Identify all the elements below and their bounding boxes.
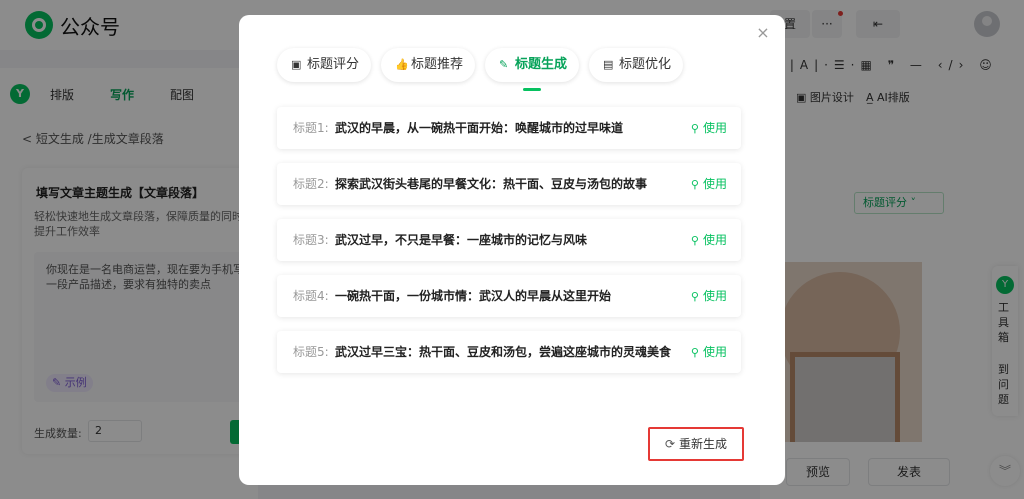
title-text: 武汉的早晨，从一碗热干面开始：唤醒城市的过早味道 [335,121,624,135]
pin-icon: ⚲ [690,122,699,135]
active-tab-indicator [523,88,541,91]
title-prefix: 标题2: [293,177,329,191]
title-text: 探索武汉街头巷尾的早餐文化：热干面、豆皮与汤包的故事 [335,177,648,191]
tab-title-recommend[interactable]: 👍 标题推荐 [381,48,475,82]
document-icon: ▤ [603,58,614,71]
pin-icon: ⚲ [690,178,699,191]
refresh-icon: ⟳ [664,437,676,451]
use-button[interactable]: ⚲ 使用 [691,275,727,318]
use-button[interactable]: ⚲ 使用 [691,163,727,206]
list-item: 标题1: 武汉的早晨，从一碗热干面开始：唤醒城市的过早味道 ⚲ 使用 [277,107,741,149]
title-prefix: 标题3: [293,233,329,247]
magic-wand-icon: ✎ [499,58,509,71]
title-generator-modal: × ▣ 标题评分 👍 标题推荐 ✎ 标题生成 ▤ 标题优化 标题1: 武汉的早晨… [239,15,785,485]
title-text: 武汉过早，不只是早餐：一座城市的记忆与风味 [335,233,588,247]
title-prefix: 标题5: [293,345,329,359]
tab-label: 标题生成 [515,57,568,72]
score-icon: ▣ [291,58,302,71]
use-button[interactable]: ⚲ 使用 [691,107,727,150]
regenerate-label: 重新生成 [679,437,728,451]
close-icon[interactable]: × [755,25,771,41]
pin-icon: ⚲ [690,290,699,303]
list-item: 标题2: 探索武汉街头巷尾的早餐文化：热干面、豆皮与汤包的故事 ⚲ 使用 [277,163,741,205]
tab-label: 标题评分 [307,57,360,72]
title-text: 武汉过早三宝：热干面、豆皮和汤包，尝遍这座城市的灵魂美食 [335,345,672,359]
list-item: 标题4: 一碗热干面，一份城市情：武汉人的早晨从这里开始 ⚲ 使用 [277,275,741,317]
list-item: 标题3: 武汉过早，不只是早餐：一座城市的记忆与风味 ⚲ 使用 [277,219,741,261]
use-button[interactable]: ⚲ 使用 [691,219,727,262]
pin-icon: ⚲ [690,346,699,359]
title-text: 一碗热干面，一份城市情：武汉人的早晨从这里开始 [335,289,612,303]
pin-icon: ⚲ [690,234,699,247]
tab-title-score[interactable]: ▣ 标题评分 [277,48,371,82]
regenerate-button[interactable]: ⟳ 重新生成 [648,427,744,461]
tab-title-optimize[interactable]: ▤ 标题优化 [589,48,683,82]
tab-label: 标题推荐 [411,57,464,72]
list-item: 标题5: 武汉过早三宝：热干面、豆皮和汤包，尝遍这座城市的灵魂美食 ⚲ 使用 [277,331,741,373]
use-button[interactable]: ⚲ 使用 [691,331,727,374]
title-prefix: 标题1: [293,121,329,135]
thumb-up-icon: 👍 [395,58,409,71]
tab-label: 标题优化 [619,57,672,72]
tab-title-generate[interactable]: ✎ 标题生成 [485,48,579,82]
title-prefix: 标题4: [293,289,329,303]
